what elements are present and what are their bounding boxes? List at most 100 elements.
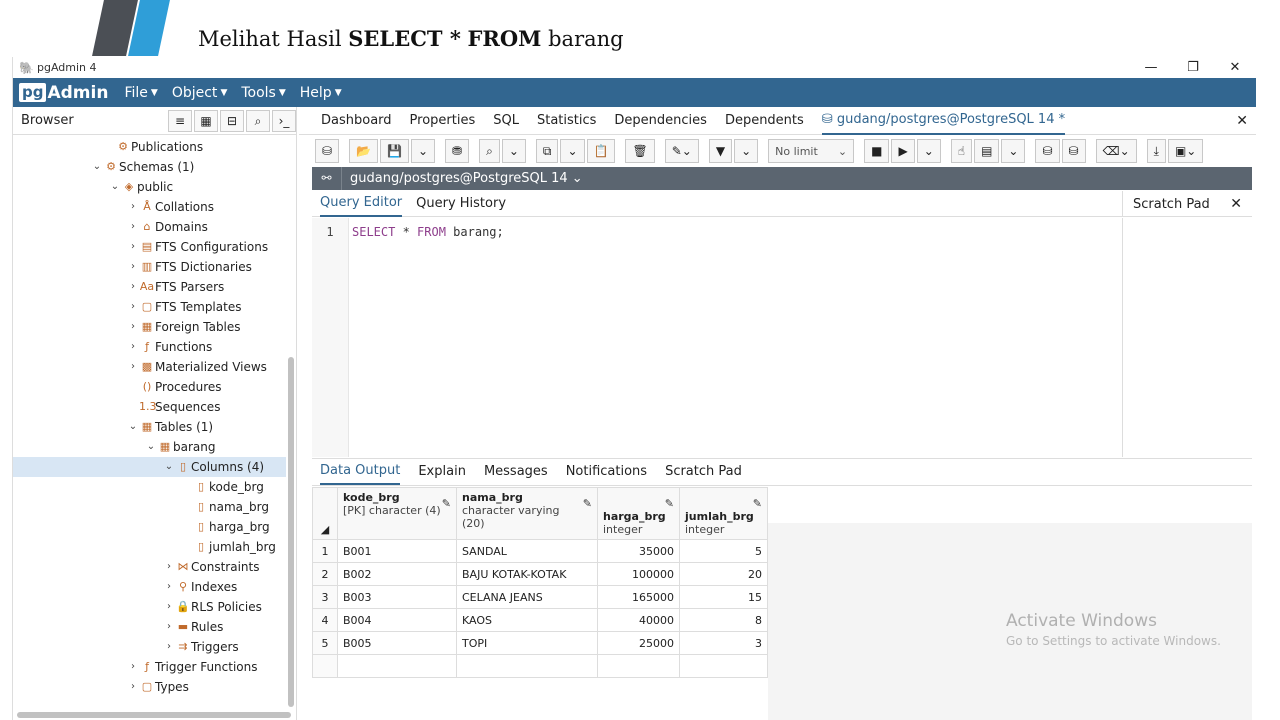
filter-table-icon[interactable]: ⊟ [220, 109, 244, 132]
table-cell[interactable]: 25000 [597, 631, 680, 655]
chevron-down-icon[interactable]: ⌄ [560, 139, 585, 163]
table-cell[interactable]: 20 [679, 562, 768, 586]
chevron-right-icon[interactable]: › [127, 257, 139, 277]
table-row[interactable]: 3 B003 CELANA JEANS 165000 15 [312, 585, 768, 609]
vertical-scrollbar[interactable] [288, 357, 294, 707]
tab-notifications[interactable]: Notifications [566, 460, 647, 484]
delete-icon[interactable]: 🗑 [625, 139, 655, 163]
save-data-icon[interactable]: ⛃ [445, 139, 470, 163]
column-header[interactable]: ✎ harga_brg integer [597, 487, 680, 540]
tab-query-editor[interactable]: Query Editor [320, 191, 403, 217]
table-cell[interactable]: SANDAL [456, 539, 598, 563]
chevron-down-icon[interactable]: ⌄ [734, 139, 759, 163]
edit-icon[interactable]: ✎ [665, 497, 674, 510]
tree-node[interactable]: ▯ jumlah_brg [181, 537, 276, 557]
minimize-button[interactable]: — [1130, 60, 1172, 75]
chevron-down-icon[interactable]: ⌄ [109, 177, 121, 197]
tree-node[interactable]: › ⇉ Triggers [163, 637, 239, 657]
chevron-right-icon[interactable]: › [127, 337, 139, 357]
edit-icon[interactable]: ✎ [583, 497, 592, 510]
table-cell[interactable]: B004 [337, 608, 457, 632]
tree-node[interactable]: › ƒ Trigger Functions [127, 657, 258, 677]
chevron-down-icon[interactable]: ⌄ [916, 139, 941, 163]
chevron-right-icon[interactable]: › [127, 197, 139, 217]
tree-node[interactable]: ⌄ ◈ public [109, 177, 173, 197]
scratch-pad-area[interactable] [1122, 218, 1252, 457]
edit-icon[interactable]: ✎ [442, 497, 451, 510]
menu-object[interactable]: Object ▼ [172, 85, 228, 101]
select-all-cell[interactable]: ◢ [312, 487, 338, 540]
stop-icon[interactable]: ■ [864, 139, 890, 163]
table-cell[interactable]: 5 [679, 539, 768, 563]
tree-node[interactable]: › ⚲ Indexes [163, 577, 237, 597]
table-cell[interactable]: 35000 [597, 539, 680, 563]
table-cell[interactable]: 15 [679, 585, 768, 609]
explain-analyze-icon[interactable]: ▤ [974, 139, 1000, 163]
save-icon[interactable]: 💾 [380, 139, 409, 163]
table-row[interactable]: 1 B001 SANDAL 35000 5 [312, 539, 768, 563]
database-icon[interactable]: ≡ [168, 109, 192, 132]
column-header[interactable]: ✎ nama_brg character varying (20) [456, 487, 598, 540]
tree-node[interactable]: › ▦ Foreign Tables [127, 317, 241, 337]
tree-node[interactable]: ▯ harga_brg [181, 517, 270, 537]
tree-node[interactable]: ⌄ ⚙ Schemas (1) [91, 157, 195, 177]
chevron-right-icon[interactable]: › [127, 677, 139, 697]
table-cell[interactable]: 8 [679, 608, 768, 632]
tab-dependents[interactable]: Dependents [725, 108, 804, 134]
table-cell[interactable]: CELANA JEANS [456, 585, 598, 609]
table-row[interactable]: 2 B002 BAJU KOTAK-KOTAK 100000 20 [312, 562, 768, 586]
tree-node[interactable]: ▯ kode_brg [181, 477, 264, 497]
chevron-right-icon[interactable]: › [163, 617, 175, 637]
tree-node[interactable]: ⌄ ▯ Columns (4) [13, 457, 286, 477]
clear-icon[interactable]: ⌫⌄ [1095, 139, 1137, 163]
execute-icon[interactable]: ▶ [891, 139, 915, 163]
download-icon[interactable]: ⤓ [1146, 139, 1166, 163]
chevron-right-icon[interactable]: › [163, 557, 175, 577]
tree-node[interactable]: › ▤ FTS Configurations [127, 237, 268, 257]
tab-scratch-pad[interactable]: Scratch Pad [665, 460, 742, 484]
tab-messages[interactable]: Messages [484, 460, 548, 484]
tree-node[interactable]: () Procedures [127, 377, 222, 397]
chevron-right-icon[interactable]: › [163, 637, 175, 657]
column-header[interactable]: ✎ jumlah_brg integer [679, 487, 768, 540]
tree-node[interactable]: › ▬ Rules [163, 617, 223, 637]
tab-query-history[interactable]: Query History [416, 192, 506, 216]
table-cell[interactable]: TOPI [456, 631, 598, 655]
tree-node[interactable]: › ƒ Functions [127, 337, 212, 357]
tree-node[interactable]: › ⋈ Constraints [163, 557, 259, 577]
menu-file[interactable]: File ▼ [124, 85, 157, 101]
chevron-right-icon[interactable]: › [127, 277, 139, 297]
table-row[interactable]: 5 B005 TOPI 25000 3 [312, 631, 768, 655]
horizontal-scrollbar[interactable] [17, 712, 291, 718]
chevron-right-icon[interactable]: › [127, 357, 139, 377]
table-cell[interactable]: 165000 [597, 585, 680, 609]
database-icon[interactable]: ⛁ [315, 139, 340, 163]
tree-node[interactable]: › ▢ FTS Templates [127, 297, 241, 317]
chevron-down-icon[interactable]: ⌄ [163, 457, 175, 477]
filter-icon[interactable]: ▼ [708, 139, 733, 163]
edit-icon[interactable]: ✎⌄ [664, 139, 699, 163]
terminal-icon[interactable]: ›_ [272, 109, 296, 132]
chevron-down-icon[interactable]: ⌄ [501, 139, 526, 163]
sql-code[interactable]: SELECT * FROM barang; [352, 225, 504, 239]
connection-icon[interactable]: ⚯ [312, 167, 342, 190]
tab-dependencies[interactable]: Dependencies [614, 108, 707, 134]
chevron-down-icon[interactable]: ⌄ [127, 417, 139, 437]
table-cell[interactable]: 3 [679, 631, 768, 655]
chevron-right-icon[interactable]: › [127, 657, 139, 677]
tree-node[interactable]: › ▢ Types [127, 677, 189, 697]
chevron-right-icon[interactable]: › [127, 217, 139, 237]
table-cell[interactable]: 40000 [597, 608, 680, 632]
macros-icon[interactable]: ▣⌄ [1167, 139, 1204, 163]
chevron-right-icon[interactable]: › [127, 237, 139, 257]
table-cell[interactable]: 100000 [597, 562, 680, 586]
paste-icon[interactable]: 📋 [586, 139, 616, 163]
chevron-down-icon[interactable]: ⌄ [145, 437, 157, 457]
tree-node[interactable]: ⌄ ▦ barang [145, 437, 216, 457]
tree-node[interactable]: ▯ nama_brg [181, 497, 269, 517]
tab-query-tool[interactable]: ⛁ gudang/postgres@PostgreSQL 14 * [821, 107, 1066, 135]
chevron-right-icon[interactable]: › [127, 297, 139, 317]
chevron-down-icon[interactable]: ⌄ [410, 139, 436, 163]
tree-node[interactable]: › ▩ Materialized Views [127, 357, 267, 377]
table-cell[interactable]: KAOS [456, 608, 598, 632]
